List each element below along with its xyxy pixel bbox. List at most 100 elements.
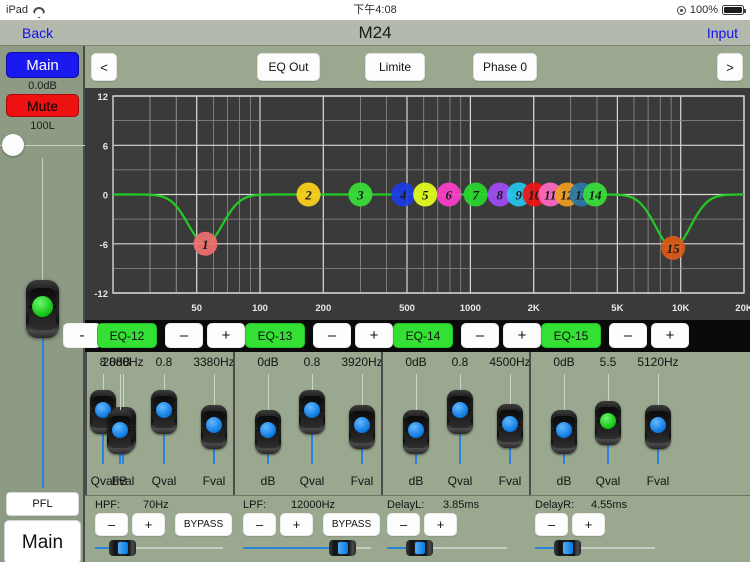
- hpf-minus-button[interactable]: –: [95, 513, 128, 536]
- svg-text:0: 0: [103, 191, 108, 202]
- hpf-label: HPF:: [95, 499, 121, 511]
- eq-12-db-fader[interactable]: dB: [100, 374, 140, 495]
- slider-handle[interactable]: [109, 540, 136, 556]
- fader-handle[interactable]: [595, 401, 621, 445]
- slider-handle[interactable]: [329, 540, 356, 556]
- eq-band-button-eq-14[interactable]: EQ-14: [393, 323, 453, 348]
- fader-handle[interactable]: [403, 410, 429, 454]
- hpf-slider[interactable]: [95, 539, 223, 557]
- svg-text:5: 5: [422, 188, 429, 203]
- eq-band-button-eq-13[interactable]: EQ-13: [245, 323, 305, 348]
- eq-gain-minus-button-eq-14[interactable]: –: [461, 323, 499, 348]
- fader-handle[interactable]: [107, 410, 133, 454]
- eq-13-qval-fader[interactable]: Qval: [292, 374, 332, 495]
- fader-cap-indicator: [304, 402, 320, 418]
- page-title: M24: [358, 23, 392, 42]
- channel-select-button[interactable]: Main: [6, 52, 79, 78]
- slider-handle[interactable]: [406, 540, 433, 556]
- lpf-plus-button[interactable]: +: [280, 513, 313, 536]
- slider-handle[interactable]: [554, 540, 581, 556]
- eq-12-db-value: 0dB: [109, 355, 131, 369]
- next-channel-button[interactable]: >: [717, 53, 743, 81]
- eq-12-qval-fader[interactable]: Qval: [144, 374, 184, 495]
- limiter-button[interactable]: Limite: [365, 53, 425, 81]
- fader-handle[interactable]: [201, 405, 227, 449]
- delayl-minus-button[interactable]: –: [387, 513, 420, 536]
- eq-gain-minus-button-eq-13[interactable]: –: [313, 323, 351, 348]
- delayr-plus-button[interactable]: +: [572, 513, 605, 536]
- status-bar-time: 下午4:08: [353, 4, 397, 16]
- channel-fader-handle[interactable]: [26, 280, 59, 338]
- eq-graph-canvas[interactable]: 1260-6-1250 100 200 500 1000 2K 5K 10K 20K12 3 4 5 6…: [85, 88, 750, 320]
- svg-text:7: 7: [472, 188, 479, 203]
- svg-text:9: 9: [516, 188, 523, 203]
- fader-handle[interactable]: [497, 404, 523, 448]
- svg-text:11: 11: [544, 188, 556, 203]
- eq-13-db-fader[interactable]: dB: [248, 374, 288, 495]
- fader-label: Fval: [646, 474, 670, 488]
- pan-slider[interactable]: [0, 134, 85, 156]
- fader-handle[interactable]: [447, 390, 473, 434]
- mute-button[interactable]: Mute: [6, 94, 79, 117]
- phase-button[interactable]: Phase 0: [473, 53, 537, 81]
- eq-band-button-eq-12[interactable]: EQ-12: [97, 323, 157, 348]
- eq-12-fval-fader[interactable]: Fval: [194, 374, 234, 495]
- eq-14-db-fader[interactable]: dB: [396, 374, 436, 495]
- slider-fill: [243, 547, 342, 549]
- prev-channel-button[interactable]: <: [91, 53, 117, 81]
- fader-handle[interactable]: [349, 405, 375, 449]
- eq-gain-minus-button-eq-12[interactable]: –: [165, 323, 203, 348]
- eq-gain-minus-button-eq-15[interactable]: –: [609, 323, 647, 348]
- eq-gain-plus-button-eq-14[interactable]: +: [503, 323, 541, 348]
- delayr-minus-button[interactable]: –: [535, 513, 568, 536]
- channel-fader[interactable]: [26, 158, 59, 488]
- svg-text:200: 200: [315, 303, 331, 314]
- eq-15-fval-fader[interactable]: Fval: [638, 374, 678, 495]
- delayl-plus-button[interactable]: +: [424, 513, 457, 536]
- fader-label: Fval: [350, 474, 374, 488]
- eq-response-graph[interactable]: 12 6 0 -6 -12 50 100 200 500 1000 2K 5K 10K 20K 1 2 3 4 5 6…: [85, 88, 750, 320]
- eq-13-fval-fader[interactable]: Fval: [342, 374, 382, 495]
- svg-text:15: 15: [667, 241, 681, 256]
- band-column-divider: [529, 352, 531, 495]
- eq-15-qval-value: 5.5: [599, 355, 617, 369]
- fader-label: dB: [556, 474, 572, 488]
- svg-text:50: 50: [191, 303, 202, 314]
- channel-name-button[interactable]: Main: [4, 520, 81, 562]
- eq-15-qval-fader[interactable]: Qval: [588, 374, 628, 495]
- fader-handle[interactable]: [151, 390, 177, 434]
- delayl-slider[interactable]: [387, 539, 507, 557]
- eq-prev-minus-button[interactable]: -: [63, 323, 101, 348]
- eq-toolbar: < EQ Out Limite Phase 0 >: [85, 46, 750, 88]
- delayr-slider[interactable]: [535, 539, 655, 557]
- eq-band-button-eq-15[interactable]: EQ-15: [541, 323, 601, 348]
- fader-cap-indicator: [260, 422, 276, 438]
- lpf-slider[interactable]: [243, 539, 371, 557]
- lpf-minus-button[interactable]: –: [243, 513, 276, 536]
- eq-15-db-fader[interactable]: dB: [544, 374, 584, 495]
- fader-handle[interactable]: [255, 410, 281, 454]
- fader-handle[interactable]: [299, 390, 325, 434]
- lpf-bypass-button[interactable]: BYPASS: [323, 513, 380, 536]
- eq-gain-plus-button-eq-15[interactable]: +: [651, 323, 689, 348]
- svg-text:6: 6: [103, 141, 108, 152]
- hpf-plus-button[interactable]: +: [132, 513, 165, 536]
- pfl-button[interactable]: PFL: [6, 492, 79, 516]
- eq-14-fval-fader[interactable]: Fval: [490, 374, 530, 495]
- battery-full-icon: [722, 5, 746, 15]
- fader-cap-indicator: [156, 402, 172, 418]
- input-button[interactable]: Input: [707, 20, 738, 46]
- hpf-bypass-button[interactable]: BYPASS: [175, 513, 232, 536]
- eq-14-qval-fader[interactable]: Qval: [440, 374, 480, 495]
- lpf-label: LPF:: [243, 499, 267, 511]
- slider-cap-indicator: [415, 542, 425, 554]
- eq-gain-plus-button-eq-13[interactable]: +: [355, 323, 393, 348]
- fader-handle[interactable]: [551, 410, 577, 454]
- battery-percent-label: 100%: [689, 4, 718, 16]
- fader-handle[interactable]: [645, 405, 671, 449]
- fader-label: Qval: [595, 474, 621, 488]
- pan-knob[interactable]: [2, 134, 24, 156]
- eq-out-button[interactable]: EQ Out: [257, 53, 320, 81]
- svg-text:4: 4: [399, 188, 407, 203]
- eq-gain-plus-button-eq-12[interactable]: +: [207, 323, 245, 348]
